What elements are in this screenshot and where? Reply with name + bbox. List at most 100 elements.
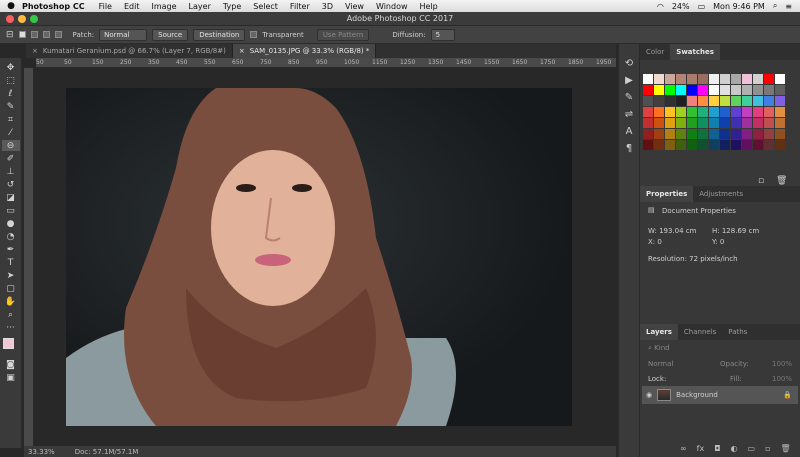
tab-kumatari-geranium[interactable]: × Kumatari Geranium.psd @ 66.7% (Layer 7,… [26, 44, 233, 58]
search-icon[interactable]: ⌕ [773, 1, 777, 11]
swatch-0[interactable] [643, 74, 653, 84]
swatch-73[interactable] [731, 129, 741, 139]
swatch-23[interactable] [753, 85, 763, 95]
delete-swatch-icon[interactable]: 🗑 [776, 176, 787, 186]
swatch-17[interactable] [687, 85, 697, 95]
link-layers-icon[interactable]: ∞ [680, 444, 687, 453]
paragraph-panel-icon[interactable]: ¶ [626, 143, 632, 154]
swatch-12[interactable] [775, 74, 785, 84]
menu-3d[interactable]: 3D [322, 2, 333, 11]
layer-mask-icon[interactable]: ◘ [714, 444, 720, 453]
swatch-51[interactable] [775, 107, 785, 117]
path-selection-tool-icon[interactable]: ➤ [2, 270, 20, 281]
tab-layers[interactable]: Layers [640, 324, 678, 340]
swatch-87[interactable] [742, 140, 752, 150]
swatch-61[interactable] [742, 118, 752, 128]
history-brush-tool-icon[interactable]: ↺ [2, 179, 20, 190]
foreground-color-swatch[interactable] [2, 338, 14, 349]
app-name[interactable]: Photoshop CC [22, 2, 85, 11]
visibility-eye-icon[interactable]: ◉ [646, 391, 652, 399]
clone-stamp-tool-icon[interactable]: ⊥ [2, 166, 20, 177]
tab-properties[interactable]: Properties [640, 186, 694, 202]
more-tools-icon[interactable]: ··· [2, 322, 20, 333]
selection-mode-add-icon[interactable] [30, 31, 38, 38]
menu-edit[interactable]: Edit [124, 2, 140, 11]
tab-channels[interactable]: Channels [678, 324, 722, 340]
swatch-32[interactable] [709, 96, 719, 106]
swatch-89[interactable] [764, 140, 774, 150]
tab-swatches[interactable]: Swatches [670, 44, 720, 60]
swatch-29[interactable] [676, 96, 686, 106]
delete-layer-icon[interactable]: 🗑 [781, 444, 791, 453]
swatch-47[interactable] [731, 107, 741, 117]
brush-settings-icon[interactable]: ✎ [625, 92, 633, 103]
swatch-24[interactable] [764, 85, 774, 95]
swatch-28[interactable] [665, 96, 675, 106]
swatch-2[interactable] [665, 74, 675, 84]
zoom-tool-icon[interactable]: ⌕ [2, 309, 20, 320]
swatch-83[interactable] [698, 140, 708, 150]
swatch-68[interactable] [676, 129, 686, 139]
tab-adjustments[interactable]: Adjustments [693, 186, 749, 202]
swatch-41[interactable] [665, 107, 675, 117]
selection-mode-subtract-icon[interactable] [42, 31, 50, 38]
swatch-50[interactable] [764, 107, 774, 117]
swatch-76[interactable] [764, 129, 774, 139]
fill-value[interactable]: 100% [772, 375, 792, 383]
swatch-79[interactable] [654, 140, 664, 150]
eyedropper-tool-icon[interactable]: ⁄ [2, 127, 20, 138]
quick-mask-icon[interactable]: ◙ [2, 359, 20, 370]
battery-icon[interactable]: ▭ [698, 2, 706, 11]
swatch-80[interactable] [665, 140, 675, 150]
zoom-level[interactable]: 33.33% [28, 448, 55, 456]
source-button[interactable]: Source [152, 28, 189, 41]
swatch-4[interactable] [687, 74, 697, 84]
height-value[interactable]: H: 128.69 cm [712, 227, 759, 235]
menu-file[interactable]: File [99, 2, 112, 11]
use-pattern-button[interactable]: Use Pattern [316, 28, 370, 41]
swatch-74[interactable] [742, 129, 752, 139]
photo-image[interactable] [66, 88, 572, 426]
tab-color[interactable]: Color [640, 44, 670, 60]
move-tool-icon[interactable]: ✥ [2, 62, 20, 73]
swatch-59[interactable] [720, 118, 730, 128]
apple-icon[interactable]: ● [0, 1, 22, 11]
menu-image[interactable]: Image [151, 2, 176, 11]
swatch-48[interactable] [742, 107, 752, 117]
adjust-panel-icon[interactable]: ⇌ [625, 109, 633, 120]
opacity-value[interactable]: 100% [772, 360, 792, 368]
menu-type[interactable]: Type [223, 2, 241, 11]
swatch-66[interactable] [654, 129, 664, 139]
swatch-85[interactable] [720, 140, 730, 150]
swatch-3[interactable] [676, 74, 686, 84]
clock[interactable]: Mon 9:46 PM [713, 2, 765, 11]
swatch-39[interactable] [643, 107, 653, 117]
swatch-72[interactable] [720, 129, 730, 139]
new-layer-icon[interactable]: ▫ [765, 444, 770, 453]
patch-tool-preset-icon[interactable]: ⊟ [6, 30, 14, 40]
swatch-13[interactable] [643, 85, 653, 95]
swatch-43[interactable] [687, 107, 697, 117]
swatch-37[interactable] [764, 96, 774, 106]
dodge-tool-icon[interactable]: ◔ [2, 231, 20, 242]
brush-tool-icon[interactable]: ✐ [2, 153, 20, 164]
pen-tool-icon[interactable]: ✒ [2, 244, 20, 255]
swatch-69[interactable] [687, 129, 697, 139]
swatch-63[interactable] [764, 118, 774, 128]
swatch-54[interactable] [665, 118, 675, 128]
swatch-60[interactable] [731, 118, 741, 128]
swatch-49[interactable] [753, 107, 763, 117]
swatch-82[interactable] [687, 140, 697, 150]
swatch-10[interactable] [753, 74, 763, 84]
swatch-14[interactable] [654, 85, 664, 95]
menu-view[interactable]: View [345, 2, 364, 11]
swatch-15[interactable] [665, 85, 675, 95]
vertical-ruler[interactable] [24, 68, 34, 446]
swatch-52[interactable] [643, 118, 653, 128]
swatch-67[interactable] [665, 129, 675, 139]
diffusion-select[interactable]: 5 [430, 28, 455, 41]
swatch-26[interactable] [643, 96, 653, 106]
swatch-27[interactable] [654, 96, 664, 106]
swatch-75[interactable] [753, 129, 763, 139]
actions-panel-icon[interactable]: ▶ [625, 75, 633, 86]
